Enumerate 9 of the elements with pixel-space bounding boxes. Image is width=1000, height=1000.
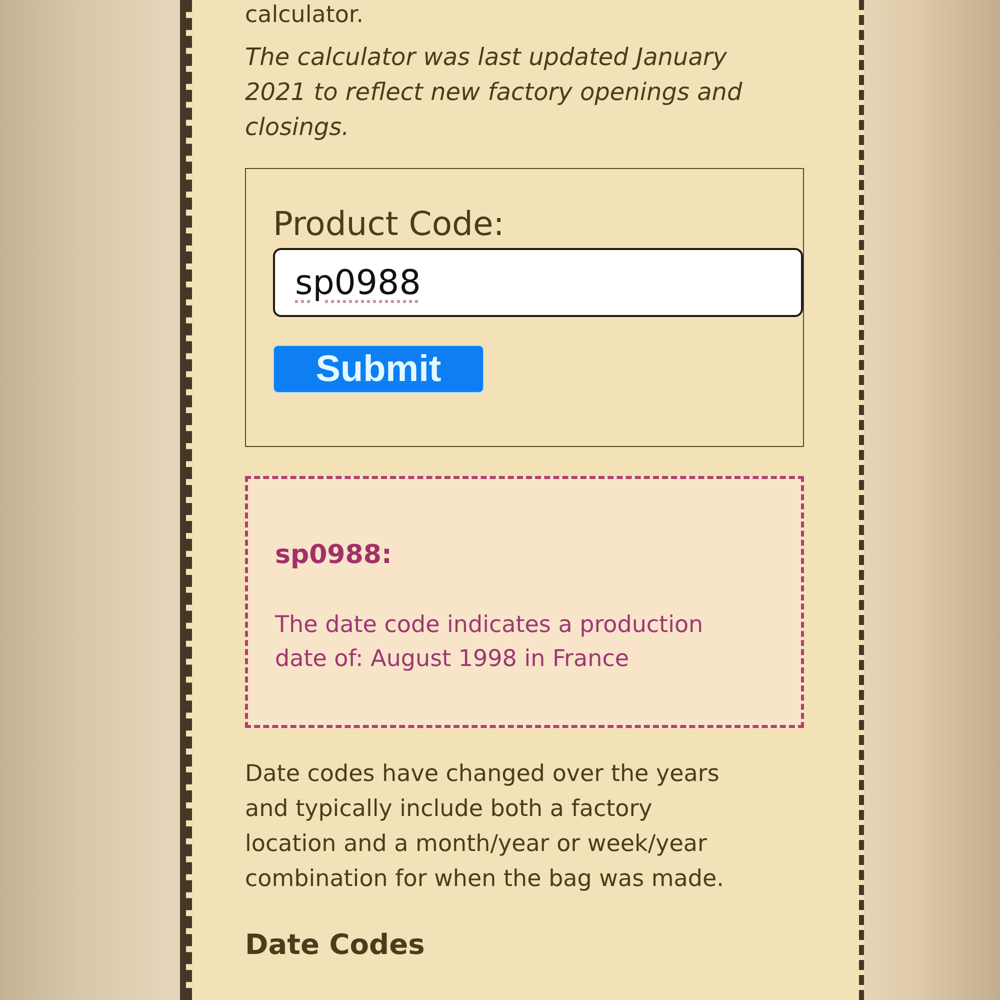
result-message: The date code indicates a production date of: August 1998 in France [275, 611, 704, 674]
body-paragraph: Date codes have changed over the years and typically include both a factory location and a month/year or week/year combination for when the bag was made. [245, 760, 725, 894]
intro-text: calculator. [245, 1, 365, 30]
result-code: sp0988: [275, 539, 393, 572]
product-code-input[interactable]: sp0988 [273, 248, 803, 317]
product-code-label: Product Code: [273, 204, 504, 244]
submit-button[interactable]: Submit [273, 345, 484, 393]
update-note: The calculator was last updated January 2021 to reflect new factory openings and closings. [245, 42, 744, 143]
section-heading: Date Codes [245, 927, 426, 963]
